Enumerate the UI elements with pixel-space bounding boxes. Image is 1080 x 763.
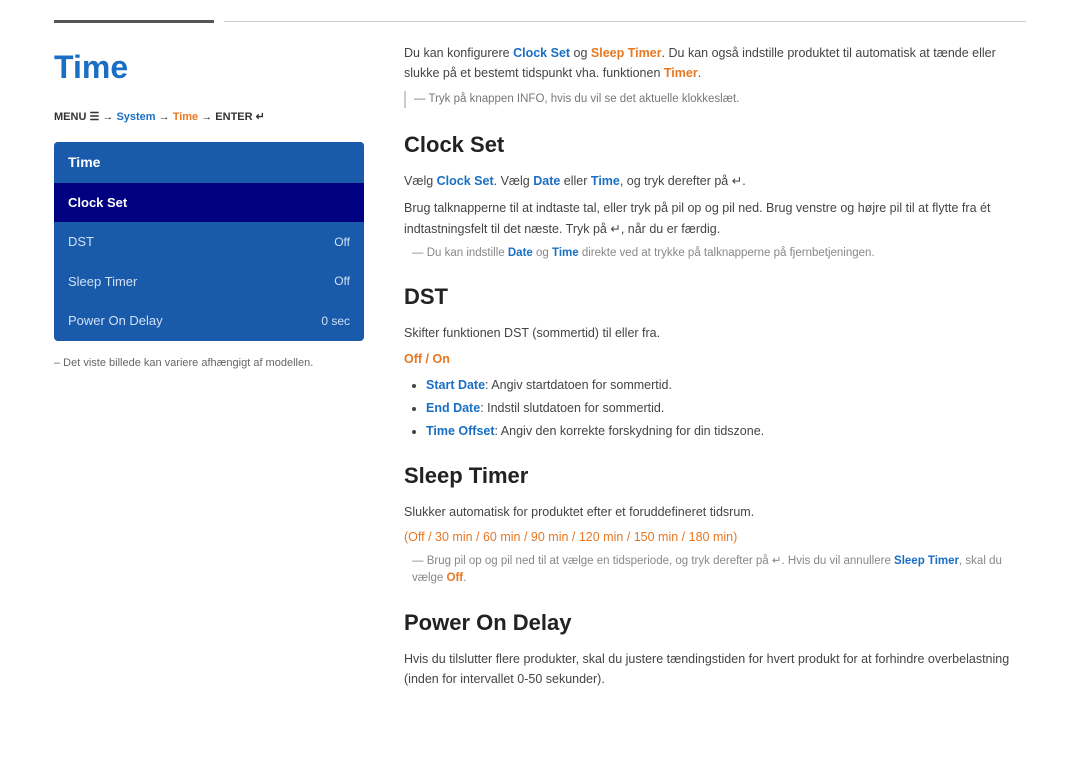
st-note-off: Off	[447, 572, 464, 584]
sleep-timer-body1: Slukker automatisk for produktet efter e…	[404, 502, 1026, 523]
dst-bullet-list: Start Date: Angiv startdatoen for sommer…	[404, 375, 1026, 441]
menu-item-sleep-timer-value: Off	[334, 272, 350, 290]
cs-note-mid: og	[533, 247, 552, 259]
section-title-power-on-delay: Power On Delay	[404, 606, 1026, 639]
page-title: Time	[54, 43, 364, 91]
main-layout: Time MENU ☰ → System → Time → ENTER ↵ Ti…	[0, 33, 1080, 726]
menu-item-dst-label: DST	[68, 232, 94, 252]
menu-item-dst[interactable]: DST Off	[54, 222, 364, 262]
clock-set-body1: Vælg Clock Set. Vælg Date eller Time, og…	[404, 171, 1026, 192]
breadcrumb: MENU ☰ → System → Time → ENTER ↵	[54, 109, 364, 126]
intro-timer: Timer	[664, 66, 698, 80]
cs-note-time: Time	[552, 247, 579, 259]
cs-note-date: Date	[508, 247, 533, 259]
menu-item-clock-set-label: Clock Set	[68, 193, 127, 213]
st-note-pre: ― Brug pil op og pil ned til at vælge en…	[412, 555, 894, 567]
intro-sleep-timer: Sleep Timer	[591, 46, 662, 60]
cs-b1-or: eller	[560, 174, 591, 188]
left-panel: Time MENU ☰ → System → Time → ENTER ↵ Ti…	[54, 43, 364, 696]
cs-b1-pre: Vælg	[404, 174, 437, 188]
sleep-timer-note: ― Brug pil op og pil ned til at vælge en…	[404, 553, 1026, 588]
power-on-delay-body1: Hvis du tilslutter flere produkter, skal…	[404, 649, 1026, 690]
section-title-dst: DST	[404, 280, 1026, 313]
menu-box: Time Clock Set DST Off Sleep Timer Off P…	[54, 142, 364, 341]
dst-end-date-text: : Indstil slutdatoen for sommertid.	[480, 401, 664, 415]
cs-note-pre: ― Du kan indstille	[412, 247, 508, 259]
breadcrumb-arrow1: →	[99, 111, 116, 123]
breadcrumb-time: Time	[173, 111, 198, 123]
dst-bullet-time-offset: Time Offset: Angiv den korrekte forskydn…	[426, 421, 1026, 441]
cs-b1-date: Date	[533, 174, 560, 188]
dst-body1: Skifter funktionen DST (sommertid) til e…	[404, 323, 1026, 344]
intro-clock-set: Clock Set	[513, 46, 570, 60]
divider-right	[224, 21, 1026, 22]
st-note-highlight: Sleep Timer	[894, 555, 959, 567]
dst-end-date-label: End Date	[426, 401, 480, 415]
page-container: Time MENU ☰ → System → Time → ENTER ↵ Ti…	[0, 0, 1080, 726]
breadcrumb-arrow2: →	[156, 111, 173, 123]
menu-item-power-on-delay-value: 0 sec	[321, 312, 350, 330]
menu-item-sleep-timer[interactable]: Sleep Timer Off	[54, 262, 364, 302]
intro-text4: .	[698, 66, 701, 80]
intro-text1: Du kan konfigurere	[404, 46, 513, 60]
menu-item-clock-set[interactable]: Clock Set	[54, 183, 364, 223]
intro-note: ― Tryk på knappen INFO, hvis du vil se d…	[404, 91, 1026, 108]
clock-set-note: ― Du kan indstille Date og Time direkte …	[404, 245, 1026, 262]
footnote: – Det viste billede kan variere afhængig…	[54, 355, 364, 372]
section-title-clock-set: Clock Set	[404, 128, 1026, 161]
cs-b1-cs: Clock Set	[437, 174, 494, 188]
clock-set-body2: Brug talknapperne til at indtaste tal, e…	[404, 198, 1026, 239]
section-title-sleep-timer: Sleep Timer	[404, 459, 1026, 492]
dst-status: Off / On	[404, 350, 1026, 369]
dst-bullet-end-date: End Date: Indstil slutdatoen for sommert…	[426, 398, 1026, 418]
cs-b1-mid: . Vælg	[494, 174, 534, 188]
right-content: Du kan konfigurere Clock Set og Sleep Ti…	[394, 43, 1026, 696]
st-note-end: .	[463, 572, 466, 584]
dst-start-date-text: : Angiv startdatoen for sommertid.	[485, 378, 672, 392]
dst-bullet-start-date: Start Date: Angiv startdatoen for sommer…	[426, 375, 1026, 395]
menu-item-sleep-timer-label: Sleep Timer	[68, 272, 137, 292]
intro-text2: og	[570, 46, 591, 60]
menu-box-header: Time	[54, 142, 364, 183]
cs-note-post: direkte ved at trykke på talknapperne på…	[579, 247, 875, 259]
menu-item-power-on-delay-label: Power On Delay	[68, 311, 163, 331]
dst-start-date-label: Start Date	[426, 378, 485, 392]
breadcrumb-menu: MENU ☰	[54, 111, 99, 123]
dst-time-offset-text: : Angiv den korrekte forskydning for din…	[495, 424, 765, 438]
breadcrumb-arrow3: → ENTER ↵	[198, 111, 265, 123]
menu-item-power-on-delay[interactable]: Power On Delay 0 sec	[54, 301, 364, 341]
breadcrumb-system: System	[116, 111, 155, 123]
sleep-timer-options: (Off / 30 min / 60 min / 90 min / 120 mi…	[404, 528, 1026, 547]
cs-b1-post: , og tryk derefter på ↵.	[620, 174, 746, 188]
dst-time-offset-label: Time Offset	[426, 424, 495, 438]
divider-left	[54, 20, 214, 23]
menu-item-dst-value: Off	[334, 233, 350, 251]
intro-paragraph: Du kan konfigurere Clock Set og Sleep Ti…	[404, 43, 1026, 83]
top-divider-row	[0, 0, 1080, 23]
cs-b1-time: Time	[591, 174, 620, 188]
